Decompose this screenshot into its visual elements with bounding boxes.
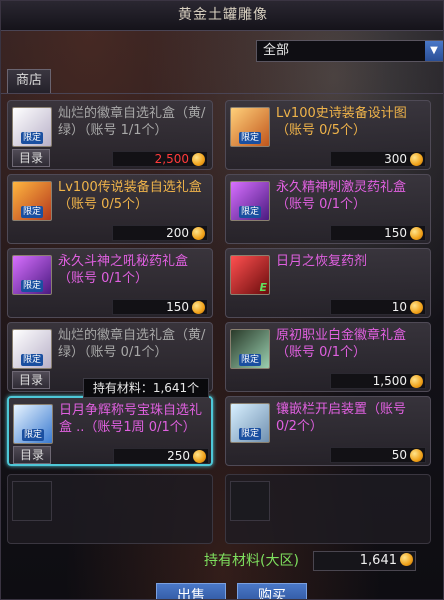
- limited-badge: 限定: [21, 280, 44, 292]
- owned-material-value: 1,641: [359, 553, 397, 568]
- limited-badge: 限定: [21, 354, 44, 366]
- item-name: 灿烂的徽章自选礼盒（黄/绿）（账号 1/1个）: [58, 106, 206, 138]
- coin-icon: [410, 301, 423, 314]
- blue-orb-icon[interactable]: 限定: [13, 404, 53, 444]
- limited-badge: 限定: [239, 206, 262, 218]
- price-bar: 50: [330, 447, 426, 463]
- price-bar: 300: [330, 151, 426, 167]
- sell-button[interactable]: 出售: [156, 583, 226, 599]
- shop-item-card[interactable]: 限定 Lv100史诗装备设计图（账号 0/5个） 300: [225, 100, 431, 170]
- coin-icon: [410, 227, 423, 240]
- item-name: 日月之恢复药剂: [276, 254, 368, 269]
- buy-button[interactable]: 购买: [237, 583, 307, 599]
- orange-scroll-icon[interactable]: 限定: [230, 107, 270, 147]
- price-bar: 2,500: [112, 151, 208, 167]
- title-bar[interactable]: 黄金土罐雕像: [1, 1, 443, 31]
- catalog-button[interactable]: 目录: [12, 149, 50, 167]
- price-bar: 200: [112, 225, 208, 241]
- material-coin-icon: [400, 553, 413, 566]
- limited-badge: 限定: [22, 429, 45, 441]
- coin-icon: [192, 227, 205, 240]
- item-name: 灿烂的徽章自选礼盒（黄/绿）（账号 0/1个）: [58, 328, 206, 360]
- price-bar: 250: [113, 448, 209, 464]
- item-price: 150: [384, 226, 407, 240]
- item-name: 镶嵌栏开启装置（账号 0/2个）: [276, 402, 407, 434]
- item-price: 150: [166, 300, 189, 314]
- coin-icon: [410, 449, 423, 462]
- coin-icon: [410, 153, 423, 166]
- filter-selected-value: 全部: [263, 43, 290, 58]
- price-bar: 150: [330, 225, 426, 241]
- chevron-down-icon[interactable]: ▼: [425, 41, 443, 61]
- limited-badge: 限定: [21, 206, 44, 218]
- socket-device-icon[interactable]: 限定: [230, 403, 270, 443]
- price-bar: 1,500: [330, 373, 426, 389]
- white-box-icon[interactable]: 限定: [12, 329, 52, 369]
- platinum-box-icon[interactable]: 限定: [230, 329, 270, 369]
- item-grid: 限定 灿烂的徽章自选礼盒（黄/绿）（账号 1/1个） 目录 2,500 限定 Lv100史…: [1, 93, 443, 551]
- item-price: 300: [384, 152, 407, 166]
- purple-potion-icon[interactable]: 限定: [12, 255, 52, 295]
- empty-item-slot: [7, 474, 213, 544]
- red-potion-icon[interactable]: E: [230, 255, 270, 295]
- item-price: 10: [391, 300, 407, 314]
- item-price: 1,500: [372, 374, 407, 388]
- grade-letter: E: [259, 281, 267, 294]
- coin-icon: [192, 301, 205, 314]
- limited-badge: 限定: [239, 354, 262, 366]
- coin-icon: [192, 153, 205, 166]
- coin-icon: [193, 450, 206, 463]
- item-name: Lv100史诗装备设计图（账号 0/5个）: [276, 106, 407, 138]
- material-tooltip: 持有材料：1,641个: [83, 378, 209, 398]
- item-price: 50: [391, 448, 407, 462]
- shop-item-card[interactable]: 限定 灿烂的徽章自选礼盒（黄/绿）（账号 1/1个） 目录 2,500: [7, 100, 213, 170]
- item-price: 2,500: [154, 152, 189, 166]
- price-bar: 10: [330, 299, 426, 315]
- limited-badge: 限定: [21, 132, 44, 144]
- white-box-icon[interactable]: 限定: [12, 107, 52, 147]
- owned-material-label: 持有材料(大区): [204, 553, 299, 569]
- shop-item-card[interactable]: 限定 原初职业白金徽章礼盒（账号 0/1个） 1,500: [225, 322, 431, 392]
- shop-item-card[interactable]: 限定 日月争辉称号宝珠自选礼盒 ..（账号1周 0/1个） 目录 250: [7, 396, 213, 466]
- shop-item-card[interactable]: E 日月之恢复药剂 10: [225, 248, 431, 318]
- shop-item-card[interactable]: 限定 镶嵌栏开启装置（账号 0/2个） 50: [225, 396, 431, 466]
- price-bar: 150: [112, 299, 208, 315]
- window-title: 黄金土罐雕像: [178, 7, 268, 23]
- empty-item-slot: [225, 474, 431, 544]
- catalog-button[interactable]: 目录: [12, 371, 50, 389]
- shop-window: 黄金土罐雕像 全部 ▼ 商店 限定 灿烂的徽章自选礼盒（黄/绿）（账号 1/1个）…: [0, 0, 444, 600]
- shop-item-card[interactable]: 限定 永久斗神之吼秘药礼盒（账号 0/1个） 150: [7, 248, 213, 318]
- empty-slot-icon: [230, 481, 270, 521]
- item-name: 原初职业白金徽章礼盒（账号 0/1个）: [276, 328, 407, 360]
- item-price: 250: [167, 449, 190, 463]
- tab-shop[interactable]: 商店: [7, 69, 51, 93]
- limited-badge: 限定: [239, 132, 262, 144]
- owned-material-box: 1,641: [313, 551, 416, 571]
- shop-item-card[interactable]: 限定 Lv100传说装备自选礼盒（账号 0/5个） 200: [7, 174, 213, 244]
- item-name: Lv100传说装备自选礼盒（账号 0/5个）: [58, 180, 202, 212]
- coin-icon: [410, 375, 423, 388]
- empty-slot-icon: [12, 481, 52, 521]
- item-name: 永久斗神之吼秘药礼盒（账号 0/1个）: [58, 254, 189, 286]
- item-name: 永久精神刺激灵药礼盒（账号 0/1个）: [276, 180, 407, 212]
- shop-item-card[interactable]: 限定 永久精神刺激灵药礼盒（账号 0/1个） 150: [225, 174, 431, 244]
- item-price: 200: [166, 226, 189, 240]
- item-name: 日月争辉称号宝珠自选礼盒 ..（账号1周 0/1个）: [59, 403, 203, 435]
- catalog-button[interactable]: 目录: [13, 446, 51, 464]
- limited-badge: 限定: [239, 428, 262, 440]
- category-filter-select[interactable]: 全部 ▼: [256, 40, 443, 62]
- purple-potion-icon[interactable]: 限定: [230, 181, 270, 221]
- orange-box-icon[interactable]: 限定: [12, 181, 52, 221]
- bottom-bar: 持有材料(大区) 1,641 出售 购买: [1, 551, 443, 599]
